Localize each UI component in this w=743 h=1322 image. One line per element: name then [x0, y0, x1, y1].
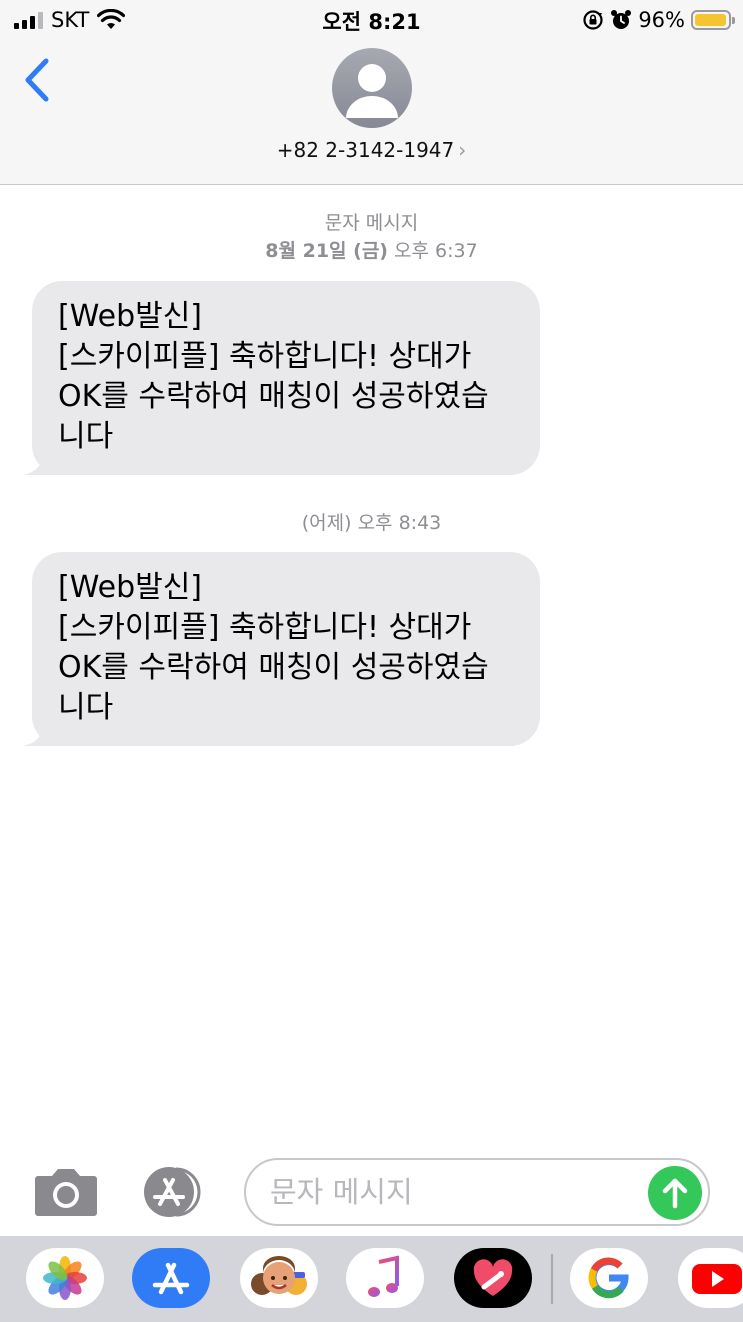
app-store-apps-button[interactable]	[138, 1164, 210, 1220]
service-label: 문자 메시지	[324, 212, 419, 234]
message-bubble[interactable]: [Web발신] [스카이피플] 축하합니다! 상대가 OK를 수락하여 매칭이 …	[22, 281, 540, 475]
message-input[interactable]	[270, 1172, 640, 1212]
timestamp-date: (어제)	[301, 512, 352, 534]
message-line: [Web발신]	[58, 570, 203, 605]
back-button[interactable]	[18, 55, 58, 105]
timestamp-header: (어제) 오후 8:43	[0, 508, 743, 535]
app-store-icon	[152, 1262, 190, 1295]
contact-avatar[interactable]	[332, 48, 412, 128]
camera-button[interactable]	[34, 1166, 98, 1218]
battery-percentage: 96%	[638, 8, 685, 32]
message-line: [스카이피플] 축하합니다! 상대가	[58, 339, 472, 374]
alarm-icon	[611, 10, 632, 29]
timestamp-header: 8월 21일 (금) 오후 6:37	[0, 236, 743, 263]
photos-app[interactable]	[26, 1248, 104, 1308]
drawer-divider	[551, 1254, 553, 1304]
message-body: [Web발신] [스카이피플] 축하합니다! 상대가 OK를 수락하여 매칭이 …	[32, 281, 540, 475]
music-icon	[368, 1255, 399, 1297]
person-silhouette-icon	[346, 64, 398, 118]
chevron-right-icon: ›	[458, 138, 467, 162]
battery-level	[695, 14, 726, 26]
google-app[interactable]	[570, 1248, 648, 1308]
contact-name-button[interactable]: +82 2-3142-1947 ›	[0, 138, 743, 162]
message-line: OK를 수락하여 매칭이 성공하였습	[58, 379, 489, 414]
timestamp-time: 오후 8:43	[357, 512, 442, 534]
conversation-header: SKT 오전 8:21 96% +82 2-3142-1947 ›	[0, 0, 743, 185]
memoji-app[interactable]	[240, 1248, 318, 1308]
rotation-lock-icon	[583, 10, 603, 30]
message-input-container[interactable]	[244, 1158, 710, 1226]
digital-touch-app[interactable]	[454, 1248, 532, 1308]
send-button[interactable]	[648, 1166, 702, 1220]
app-drawer	[0, 1236, 743, 1322]
timestamp-time: 오후 6:37	[394, 240, 478, 262]
youtube-app[interactable]	[678, 1248, 743, 1308]
message-bubble[interactable]: [Web발신] [스카이피플] 축하합니다! 상대가 OK를 수락하여 매칭이 …	[22, 552, 540, 746]
app-store-icon	[144, 1167, 201, 1217]
message-line: OK를 수락하여 매칭이 성공하였습	[58, 650, 489, 685]
message-line: 니다	[58, 419, 114, 454]
photos-icon	[43, 1256, 87, 1300]
chevron-left-icon	[25, 58, 49, 102]
google-icon	[588, 1257, 629, 1299]
status-bar: SKT 오전 8:21 96%	[0, 0, 743, 40]
status-bar-right: 96%	[582, 6, 735, 34]
memoji-icon	[251, 1256, 307, 1295]
camera-icon	[35, 1169, 97, 1216]
arrow-up-icon	[662, 1178, 688, 1209]
youtube-icon	[692, 1264, 742, 1294]
app-store-app[interactable]	[132, 1248, 210, 1308]
contact-number: +82 2-3142-1947	[276, 138, 455, 162]
message-line: [스카이피플] 축하합니다! 상대가	[58, 610, 472, 645]
message-line: 니다	[58, 690, 114, 725]
timestamp-date: 8월 21일 (금)	[265, 240, 388, 262]
message-line: [Web발신]	[58, 299, 203, 334]
message-body: [Web발신] [스카이피플] 축하합니다! 상대가 OK를 수락하여 매칭이 …	[32, 552, 540, 746]
battery-icon	[691, 10, 735, 30]
digital-touch-icon	[473, 1259, 513, 1296]
music-app[interactable]	[346, 1248, 424, 1308]
